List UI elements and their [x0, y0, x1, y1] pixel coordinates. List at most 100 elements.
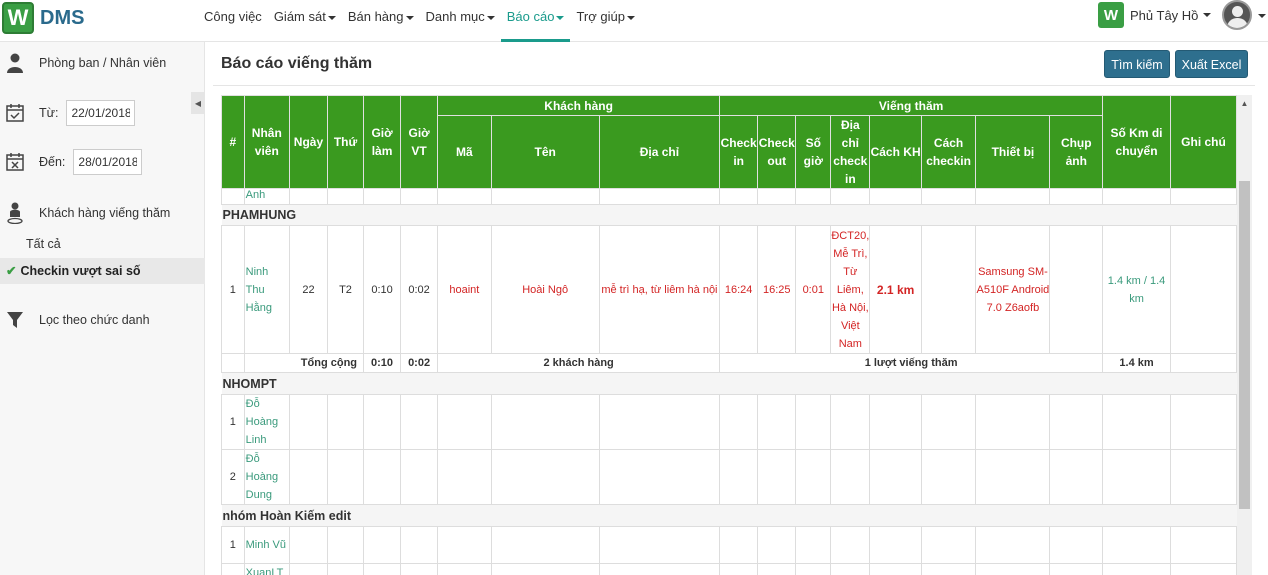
table-row[interactable]: 2 Đỗ Hoàng Dung	[221, 449, 1237, 505]
cell-weekday: T2	[326, 225, 365, 354]
from-label: Từ:	[39, 106, 59, 120]
col-distance-kh: Cách KH	[869, 115, 922, 189]
row-index	[221, 563, 245, 575]
staff-name[interactable]: Đỗ Hoàng Dung	[243, 449, 290, 505]
calendar-check-icon	[0, 103, 30, 123]
avatar[interactable]	[1222, 0, 1252, 30]
table-row[interactable]: XuanLT	[221, 563, 1237, 575]
table-row[interactable]: 1 Minh Vũ	[221, 526, 1237, 564]
from-date-row: Từ:	[0, 99, 205, 127]
menu-bao-cao[interactable]: Báo cáo	[500, 0, 571, 42]
calendar-x-icon	[0, 152, 30, 172]
col-distance-checkin: Cách checkin	[920, 115, 977, 189]
user-icon-body	[1227, 18, 1248, 28]
menu-label: Công việc	[204, 9, 262, 24]
cell-distance-kh: 2.1 km	[869, 225, 922, 354]
chevron-down-icon	[556, 15, 565, 20]
cell-note	[1169, 225, 1237, 354]
total-km: 1.4 km	[1102, 353, 1171, 373]
col-group-visit: Viếng thăm	[719, 95, 1104, 116]
org-logo-icon: W	[1098, 2, 1124, 28]
chevron-down-icon	[626, 15, 635, 20]
export-excel-button[interactable]: Xuất Excel	[1175, 50, 1248, 78]
to-date-row: Đến:	[0, 148, 205, 176]
col-day: Ngày	[288, 95, 329, 189]
sidebar-item-staff[interactable]: Phòng ban / Nhân viên	[0, 52, 205, 74]
row-index: 2	[221, 449, 245, 505]
check-icon: ✔	[6, 264, 17, 278]
total-customers: 2 khách hàng	[437, 353, 721, 373]
menu-giam-sat[interactable]: Giám sát	[268, 0, 342, 42]
menu-label: Bán hàng	[347, 9, 404, 24]
col-work-hours: Giờ làm	[363, 95, 402, 189]
sidebar-item-customer-visit[interactable]: Khách hàng viếng thăm	[0, 201, 205, 225]
logo-icon: W	[2, 2, 34, 34]
table-row[interactable]: 1 Đỗ Hoàng Linh	[221, 394, 1237, 450]
col-km: Số Km di chuyển	[1102, 95, 1171, 189]
table-row[interactable]: 1 Ninh Thu Hằng 22 T2 0:10 0:02 hoaint H…	[221, 225, 1237, 354]
org-name: Phủ Tây Hồ	[1130, 7, 1199, 23]
from-date-input[interactable]	[66, 100, 136, 126]
col-name: Tên	[490, 115, 600, 189]
cell-checkin: 16:24	[719, 225, 759, 354]
total-row: Tổng cộng 0:10 0:02 2 khách hàng 1 lượt …	[221, 353, 1237, 373]
user-icon-head	[1232, 6, 1243, 17]
menu-danh-muc[interactable]: Danh mục	[420, 0, 501, 42]
staff-name[interactable]: Minh Vũ	[243, 526, 290, 564]
col-address: Địa chỉ	[598, 115, 721, 189]
app-name: DMS	[40, 6, 85, 29]
chevron-down-icon	[486, 15, 495, 20]
menu-ban-hang[interactable]: Bán hàng	[342, 0, 420, 42]
total-work-hours: 0:10	[363, 353, 402, 373]
scrollbar-thumb[interactable]	[1239, 181, 1250, 509]
visit-report-table: # Nhân viên Ngày Thứ Giờ làm Giờ VT Khác…	[221, 95, 1237, 575]
org-selector[interactable]: W Phủ Tây Hồ	[1098, 2, 1212, 28]
col-hours: Số giờ	[795, 115, 832, 189]
col-checkin-address: Địa chỉ check in	[830, 115, 871, 189]
sidebar-item-filter-title[interactable]: Lọc theo chức danh	[0, 309, 205, 331]
col-vt-hours: Giờ VT	[400, 95, 439, 189]
menu-label: Trợ giúp	[576, 9, 625, 24]
sidebar: ◀ Phòng ban / Nhân viên Từ: Đến: Khách h…	[0, 42, 205, 575]
total-vt-hours: 0:02	[400, 353, 439, 373]
cell-hours: 0:01	[795, 225, 832, 354]
app-logo[interactable]: W DMS	[2, 2, 84, 34]
menu-label: Danh mục	[425, 9, 485, 24]
cell-checkout: 16:25	[757, 225, 797, 354]
chevron-down-icon[interactable]	[1258, 14, 1266, 18]
to-date-input[interactable]	[73, 149, 143, 175]
staff-name[interactable]: Ninh Thu Hằng	[243, 225, 290, 354]
menu-label: Báo cáo	[506, 9, 555, 24]
staff-name[interactable]: Anh	[243, 188, 290, 205]
group-header-row: PHAMHUNG	[221, 204, 1237, 226]
col-checkout: Check out	[757, 115, 797, 189]
menu-label: Giám sát	[273, 9, 326, 24]
search-button[interactable]: Tìm kiếm	[1104, 50, 1170, 78]
sidebar-item-label: Lọc theo chức danh	[39, 313, 150, 327]
page-title: Báo cáo viếng thăm	[221, 55, 373, 72]
map-marker-user-icon	[0, 202, 30, 224]
cell-work-hours: 0:10	[363, 225, 402, 354]
table-scrollbar[interactable]: ▲	[1237, 95, 1252, 575]
chevron-down-icon	[327, 15, 336, 20]
cell-checkin-address: ĐCT20, Mễ Trì, Từ Liêm, Hà Nội, Việt Nam	[830, 225, 871, 354]
table-row: Anh	[221, 188, 1237, 205]
main-menu: Công việc Giám sát Bán hàng Danh mục Báo…	[198, 0, 641, 42]
filter-checkin-over-error[interactable]: ✔ Checkin vượt sai số	[0, 258, 205, 284]
group-header-row: NHOMPT	[221, 372, 1237, 395]
cell-photo	[1049, 225, 1104, 354]
group-header-row: nhóm Hoàn Kiếm edit	[221, 504, 1237, 527]
staff-name[interactable]: XuanLT	[243, 563, 290, 575]
cell-vt-hours: 0:02	[400, 225, 439, 354]
menu-cong-viec[interactable]: Công việc	[198, 0, 268, 42]
menu-tro-giup[interactable]: Trợ giúp	[570, 0, 641, 42]
scroll-up-icon[interactable]: ▲	[1237, 95, 1252, 111]
filter-all[interactable]: Tất cả	[0, 231, 205, 257]
cell-km: 1.4 km / 1.4 km	[1102, 225, 1171, 354]
staff-name[interactable]: Đỗ Hoàng Linh	[243, 394, 290, 450]
filter-label: Checkin vượt sai số	[20, 264, 141, 278]
cell-day: 22	[288, 225, 329, 354]
col-device: Thiết bị	[975, 115, 1051, 189]
col-staff: Nhân viên	[243, 95, 290, 189]
group-name: nhóm Hoàn Kiếm edit	[221, 504, 1237, 527]
